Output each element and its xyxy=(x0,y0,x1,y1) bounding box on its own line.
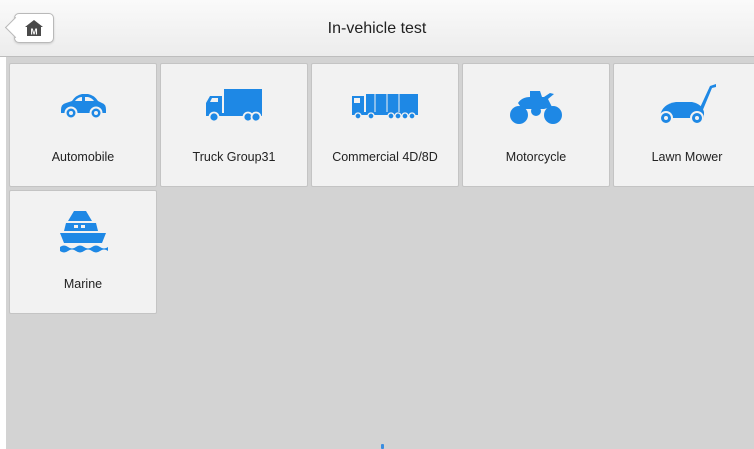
truck-icon xyxy=(161,82,307,128)
home-icon: M xyxy=(25,20,43,37)
page-title: In-vehicle test xyxy=(327,20,427,37)
tile-label: Motorcycle xyxy=(505,150,567,164)
home-button[interactable]: M xyxy=(14,13,54,43)
tile-label: Truck Group31 xyxy=(192,150,276,164)
tile-motorcycle[interactable]: Motorcycle xyxy=(462,63,610,187)
tile-marine[interactable]: Marine xyxy=(9,190,157,314)
lawn-mower-icon xyxy=(614,82,754,128)
scroll-indicator xyxy=(381,444,384,449)
semi-truck-icon xyxy=(312,82,458,128)
tile-commercial-4d-8d[interactable]: Commercial 4D/8D xyxy=(311,63,459,187)
tile-label: Lawn Mower xyxy=(651,150,723,164)
tile-label: Marine xyxy=(63,277,103,291)
tile-label: Commercial 4D/8D xyxy=(332,150,438,164)
car-icon xyxy=(10,82,156,128)
tile-truck-group31[interactable]: Truck Group31 xyxy=(160,63,308,187)
tile-automobile[interactable]: Automobile xyxy=(9,63,157,187)
title-bar: In-vehicle test M xyxy=(0,0,754,57)
home-badge-letter: M xyxy=(30,27,37,37)
vehicle-grid: Automobile Truck Group31 Commercial 4D/8… xyxy=(9,63,754,449)
boat-icon xyxy=(10,209,156,255)
tile-label: Automobile xyxy=(51,150,115,164)
tile-lawn-mower[interactable]: Lawn Mower xyxy=(613,63,754,187)
motorcycle-icon xyxy=(463,82,609,128)
